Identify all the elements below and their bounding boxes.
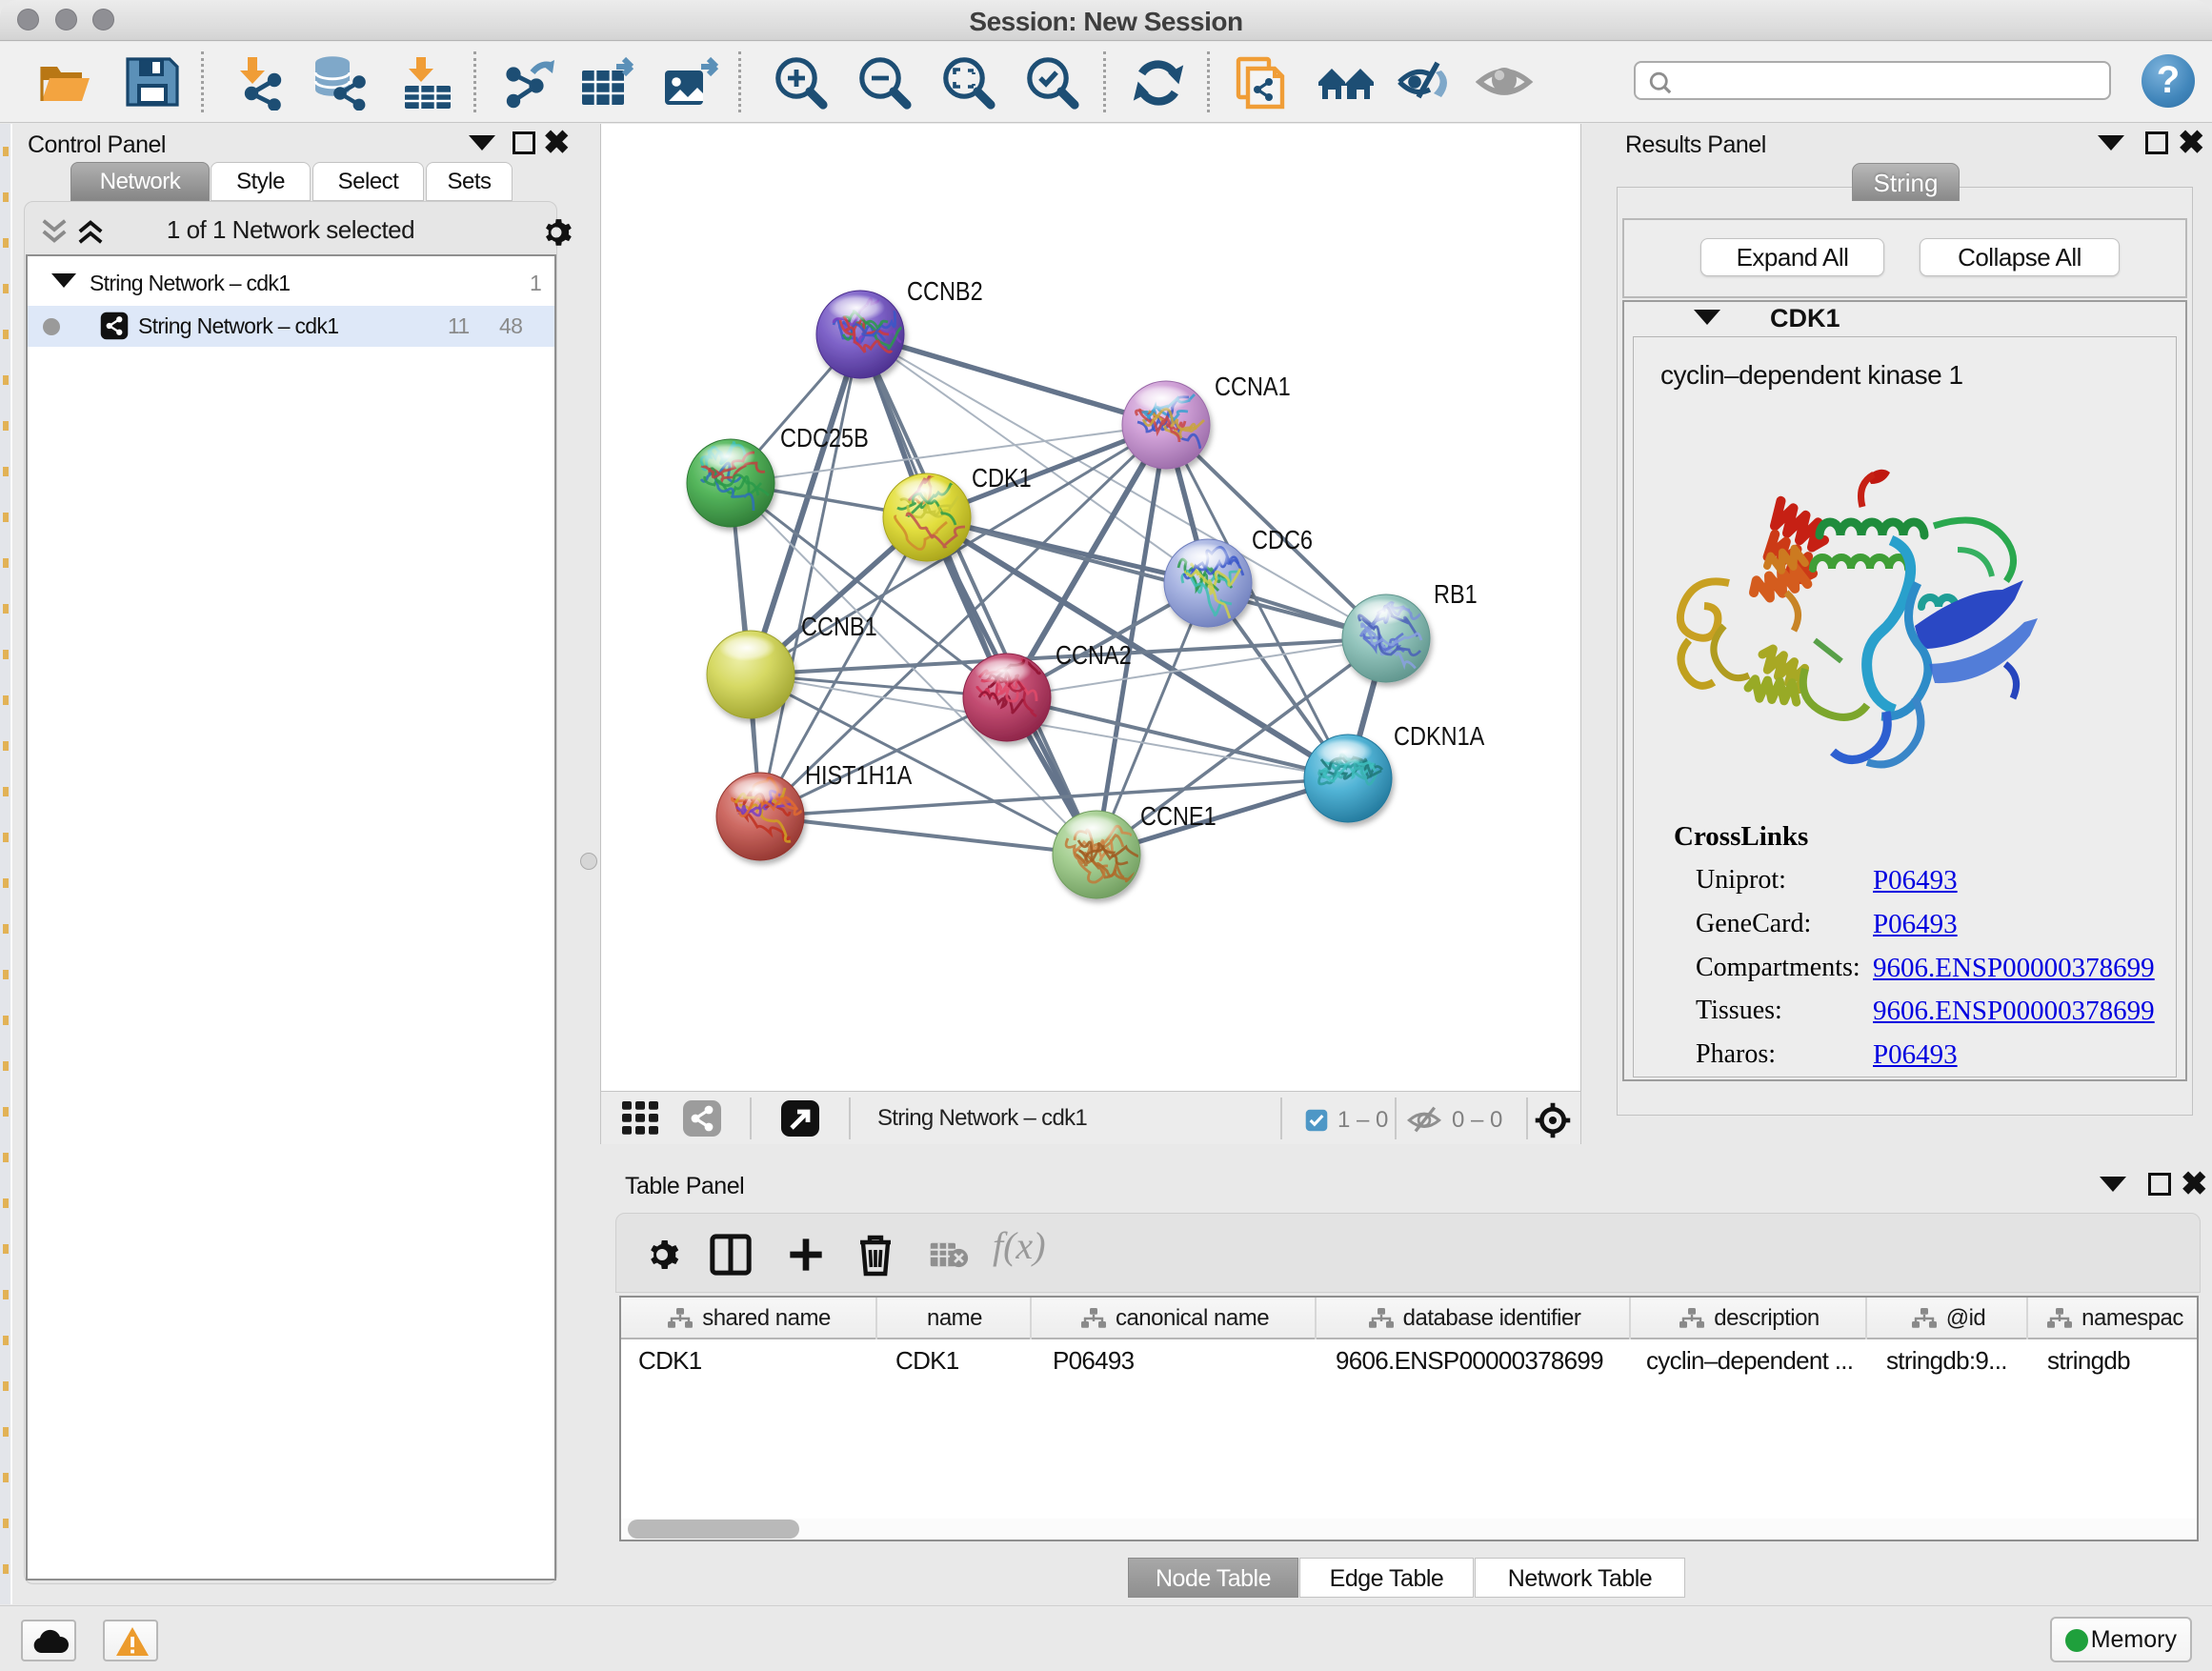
svg-text:CCNA2: CCNA2 [1056,641,1132,670]
svg-text:CDC25B: CDC25B [780,424,869,453]
svg-text:RB1: RB1 [1434,580,1478,609]
svg-text:CDK1: CDK1 [972,464,1032,493]
svg-text:HIST1H1A: HIST1H1A [805,761,913,790]
svg-text:CCNA1: CCNA1 [1215,372,1291,401]
svg-text:CCNE1: CCNE1 [1140,802,1217,831]
svg-text:CCNB2: CCNB2 [907,277,983,306]
svg-text:CCNB1: CCNB1 [801,613,877,641]
svg-text:CDKN1A: CDKN1A [1394,722,1485,751]
svg-text:CDC6: CDC6 [1252,526,1313,554]
